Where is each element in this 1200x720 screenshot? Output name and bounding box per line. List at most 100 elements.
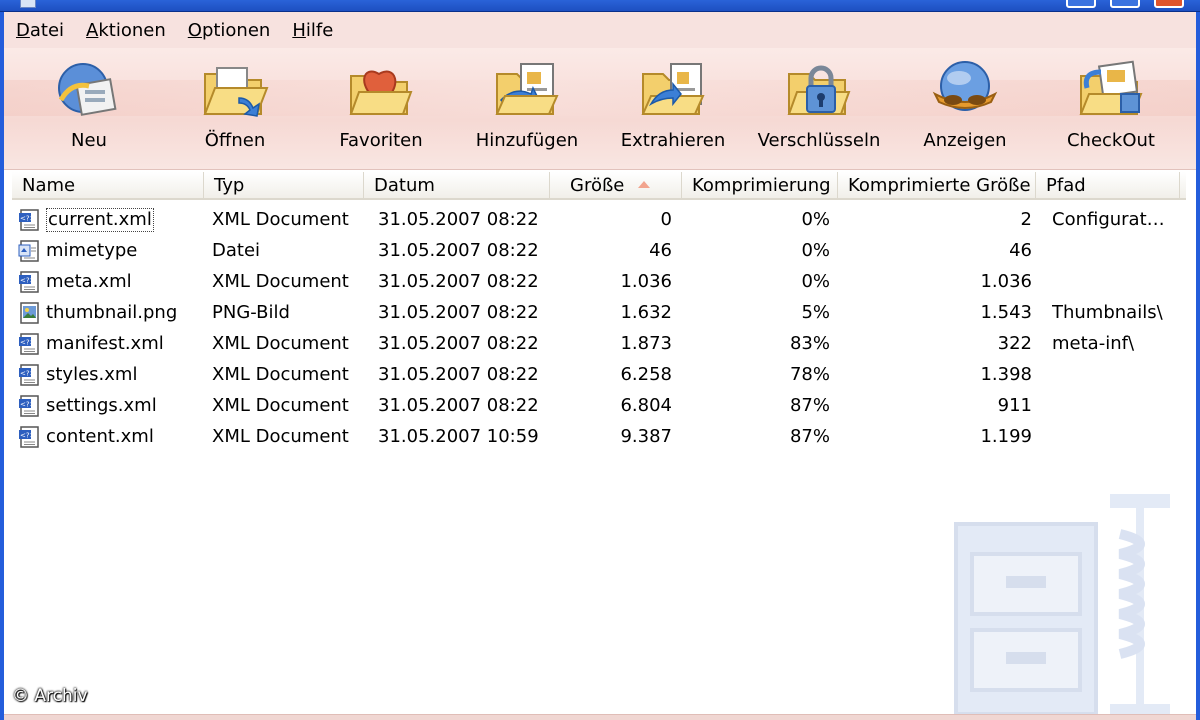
file-date: 31.05.2007 08:22 bbox=[378, 359, 558, 390]
file-compression: 87% bbox=[684, 390, 830, 421]
file-compression: 87% bbox=[684, 421, 830, 452]
file-date: 31.05.2007 08:22 bbox=[378, 297, 558, 328]
file-date: 31.05.2007 08:22 bbox=[378, 235, 558, 266]
file-size: 46 bbox=[560, 235, 672, 266]
file-name-cell: thumbnail.png bbox=[18, 297, 208, 328]
title-bar bbox=[0, 0, 1200, 12]
file-packed-size: 1.398 bbox=[840, 359, 1032, 390]
file-name-cell: mimetype bbox=[18, 235, 208, 266]
column-size-label: Größe bbox=[570, 175, 624, 196]
file-packed-size: 911 bbox=[840, 390, 1032, 421]
file-size: 0 bbox=[560, 204, 672, 235]
file-name-cell: <?> settings.xml bbox=[18, 390, 208, 421]
encrypt-button[interactable]: Verschlüsseln bbox=[754, 54, 884, 164]
column-header-bar: Name Typ Datum Größe Komprimierung Kompr… bbox=[12, 172, 1186, 200]
column-path[interactable]: Pfad bbox=[1036, 172, 1180, 200]
file-packed-size: 1.036 bbox=[840, 266, 1032, 297]
file-name-cell: <?> current.xml bbox=[18, 204, 208, 235]
table-row[interactable]: <?> current.xml XML Document 31.05.2007 08:… bbox=[12, 204, 1186, 235]
new-label: Neu bbox=[71, 130, 107, 151]
winzip-watermark-icon bbox=[950, 494, 1190, 720]
file-date: 31.05.2007 10:59 bbox=[378, 421, 558, 452]
table-row[interactable]: <?> styles.xml XML Document 31.05.2007 08:2… bbox=[12, 359, 1186, 390]
column-type[interactable]: Typ bbox=[204, 172, 364, 200]
encrypt-lock-icon bbox=[783, 54, 855, 126]
xml-file-icon: <?> bbox=[18, 208, 42, 232]
column-name[interactable]: Name bbox=[12, 172, 204, 200]
table-row[interactable]: mimetype Datei 31.05.2007 08:22 46 0% 46 bbox=[12, 235, 1186, 266]
file-size: 1.873 bbox=[560, 328, 672, 359]
file-packed-size: 1.543 bbox=[840, 297, 1032, 328]
column-date[interactable]: Datum bbox=[364, 172, 550, 200]
menu-hilfe[interactable]: Hilfe bbox=[292, 20, 333, 41]
menu-optionen[interactable]: Optionen bbox=[188, 20, 271, 41]
file-name: meta.xml bbox=[46, 266, 132, 297]
new-archive-icon bbox=[53, 54, 125, 126]
file-packed-size: 46 bbox=[840, 235, 1032, 266]
file-compression: 78% bbox=[684, 359, 830, 390]
column-date-label: Datum bbox=[374, 175, 435, 196]
column-compression[interactable]: Komprimierung bbox=[682, 172, 838, 200]
file-size: 1.036 bbox=[560, 266, 672, 297]
open-label: Öffnen bbox=[205, 130, 265, 151]
add-label: Hinzufügen bbox=[476, 130, 578, 151]
column-size[interactable]: Größe bbox=[550, 172, 682, 200]
xml-file-icon: <?> bbox=[18, 270, 42, 294]
file-packed-size: 322 bbox=[840, 328, 1032, 359]
file-compression: 83% bbox=[684, 328, 830, 359]
extract-files-icon bbox=[637, 54, 709, 126]
file-name-cell: <?> styles.xml bbox=[18, 359, 208, 390]
column-compression-label: Komprimierung bbox=[692, 175, 831, 196]
checkout-button[interactable]: CheckOut bbox=[1046, 54, 1176, 164]
table-row[interactable]: <?> content.xml XML Document 31.05.2007 10:… bbox=[12, 421, 1186, 452]
file-packed-size: 2 bbox=[840, 204, 1032, 235]
file-type: XML Document bbox=[212, 328, 362, 359]
encrypt-label: Verschlüsseln bbox=[758, 130, 881, 151]
menu-bar: Datei Aktionen Optionen Hilfe bbox=[4, 12, 1196, 48]
app-icon bbox=[20, 0, 36, 8]
table-row[interactable]: thumbnail.png PNG-Bild 31.05.2007 08:22 1.6… bbox=[12, 297, 1186, 328]
add-button[interactable]: Hinzufügen bbox=[462, 54, 592, 164]
menu-datei[interactable]: Datei bbox=[16, 20, 64, 41]
file-type: PNG-Bild bbox=[212, 297, 362, 328]
extract-label: Extrahieren bbox=[621, 130, 725, 151]
minimize-button[interactable] bbox=[1066, 0, 1096, 8]
file-path bbox=[1052, 421, 1182, 452]
table-row[interactable]: <?> meta.xml XML Document 31.05.2007 08:22 1… bbox=[12, 266, 1186, 297]
menu-aktionen[interactable]: Aktionen bbox=[86, 20, 166, 41]
xml-file-icon: <?> bbox=[18, 394, 42, 418]
table-row[interactable]: <?> manifest.xml XML Document 31.05.2007 08… bbox=[12, 328, 1186, 359]
file-type: Datei bbox=[212, 235, 362, 266]
new-button[interactable]: Neu bbox=[24, 54, 154, 164]
file-date: 31.05.2007 08:22 bbox=[378, 390, 558, 421]
close-button[interactable] bbox=[1154, 0, 1184, 8]
file-date: 31.05.2007 08:22 bbox=[378, 328, 558, 359]
table-row[interactable]: <?> settings.xml XML Document 31.05.2007 08… bbox=[12, 390, 1186, 421]
open-button[interactable]: Öffnen bbox=[170, 54, 300, 164]
file-type: XML Document bbox=[212, 266, 362, 297]
svg-text:<?>: <?> bbox=[20, 431, 36, 439]
xml-file-icon: <?> bbox=[18, 332, 42, 356]
file-name: settings.xml bbox=[46, 390, 157, 421]
view-button[interactable]: Anzeigen bbox=[900, 54, 1030, 164]
favorites-button[interactable]: Favoriten bbox=[316, 54, 446, 164]
file-name: styles.xml bbox=[46, 359, 137, 390]
svg-text:<?>: <?> bbox=[20, 369, 36, 377]
credit-text: © Archiv bbox=[12, 686, 88, 706]
file-type: XML Document bbox=[212, 359, 362, 390]
sort-ascending-icon bbox=[638, 181, 650, 188]
maximize-button[interactable] bbox=[1110, 0, 1140, 8]
file-path: Configurat… bbox=[1052, 204, 1182, 235]
app-window: Datei Aktionen Optionen Hilfe Neu Öffnen… bbox=[0, 12, 1200, 720]
column-packed-size[interactable]: Komprimierte Größe bbox=[838, 172, 1036, 200]
file-path bbox=[1052, 266, 1182, 297]
svg-text:<?>: <?> bbox=[20, 214, 36, 222]
generic-file-icon bbox=[18, 239, 42, 263]
view-glasses-icon bbox=[929, 54, 1001, 126]
xml-file-icon: <?> bbox=[18, 425, 42, 449]
column-type-label: Typ bbox=[214, 175, 244, 196]
file-date: 31.05.2007 08:22 bbox=[378, 266, 558, 297]
file-date: 31.05.2007 08:22 bbox=[378, 204, 558, 235]
extract-button[interactable]: Extrahieren bbox=[608, 54, 738, 164]
file-rows: <?> current.xml XML Document 31.05.2007 08:… bbox=[12, 204, 1186, 452]
